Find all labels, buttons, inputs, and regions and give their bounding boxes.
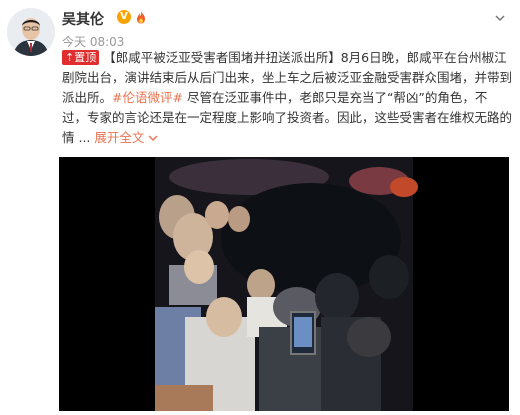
chevron-down-icon[interactable]: [494, 12, 506, 24]
video-frame: [59, 157, 509, 411]
pin-label: ⇡置顶: [62, 50, 100, 65]
verified-badge-icon: V: [117, 10, 131, 24]
avatar-photo: [7, 8, 55, 56]
hashtag-link[interactable]: #伦语微评#: [112, 90, 183, 105]
username[interactable]: 吴其伦: [62, 9, 104, 29]
post-text: ⇡置顶 【郎咸平被泛亚受害者围堵并扭送派出所】8月6日晚，郎咸平在台州椒江剧院出…: [62, 48, 512, 148]
chevron-down-icon: [148, 135, 158, 141]
fire-icon: [137, 11, 145, 24]
avatar[interactable]: [7, 8, 55, 56]
video-player[interactable]: [59, 157, 509, 411]
post-headline: 【郎咸平被泛亚受害者围堵并扭送派出所】: [103, 50, 341, 65]
pin-icon: ⇡: [65, 51, 75, 64]
expand-full-text-link[interactable]: 展开全文: [94, 130, 158, 145]
